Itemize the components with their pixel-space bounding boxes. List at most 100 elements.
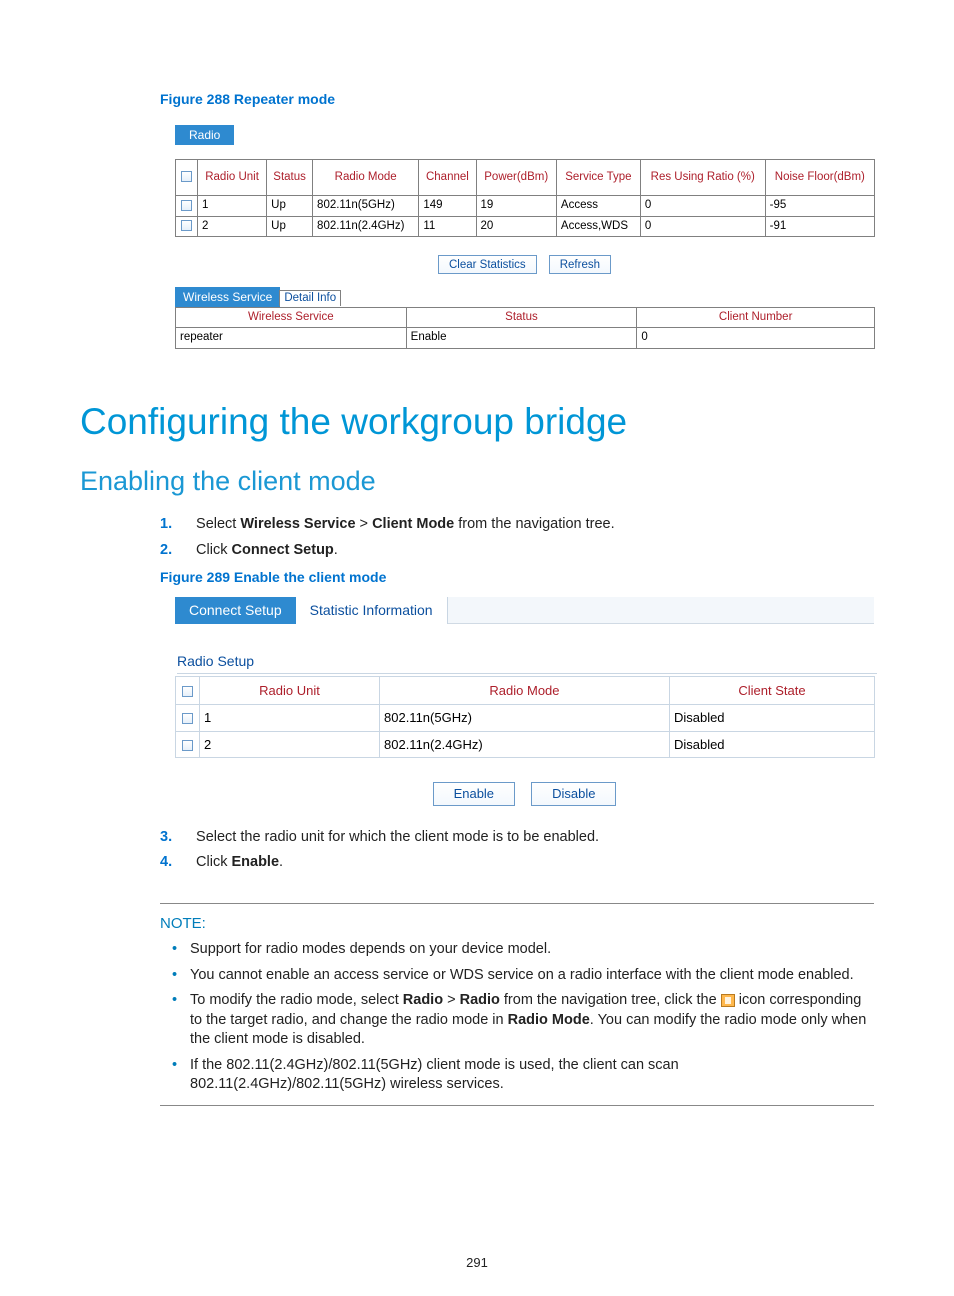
checkbox-icon[interactable]: [181, 200, 192, 211]
connect-setup-tab[interactable]: Connect Setup: [175, 597, 296, 624]
checkbox-icon[interactable]: [182, 713, 193, 724]
step-text: .: [334, 542, 338, 558]
cell-client-state: Disabled: [669, 731, 874, 758]
cell-service-type: Access: [556, 196, 640, 217]
step-text: Click: [196, 542, 231, 558]
step-2: 2. Click Connect Setup.: [160, 541, 874, 561]
cell-radio-unit[interactable]: 1: [198, 196, 267, 217]
header-channel: Channel: [419, 160, 476, 196]
clear-statistics-button[interactable]: Clear Statistics: [438, 255, 537, 274]
cell-status: Up: [267, 216, 313, 237]
cell-power: 19: [476, 196, 556, 217]
cell-radio-unit[interactable]: 2: [200, 731, 380, 758]
header-res-ratio: Res Using Ratio (%): [640, 160, 765, 196]
cell-res-ratio: 0: [640, 196, 765, 217]
step-number: 4.: [160, 853, 192, 873]
bold-text: Radio: [460, 992, 500, 1008]
step-text: Select the radio unit for which the clie…: [196, 829, 599, 845]
header-checkbox[interactable]: [176, 677, 200, 705]
radio-table: Radio Unit Status Radio Mode Channel Pow…: [175, 159, 875, 237]
note-item: If the 802.11(2.4GHz)/802.11(5GHz) clien…: [160, 1056, 874, 1095]
header-client-number: Client Number: [637, 307, 875, 328]
step-text: .: [279, 854, 283, 870]
divider: [160, 1105, 874, 1106]
wireless-service-tab[interactable]: Wireless Service: [175, 287, 280, 307]
cell-service-type: Access,WDS: [556, 216, 640, 237]
cell-ws-status: Enable: [406, 328, 637, 349]
wireless-service-table: Wireless Service Status Client Number re…: [175, 307, 875, 349]
header-client-state: Client State: [669, 677, 874, 705]
note-item: You cannot enable an access service or W…: [160, 966, 874, 986]
step-text: Select: [196, 516, 240, 532]
header-power: Power(dBm): [476, 160, 556, 196]
note-text: >: [443, 992, 460, 1008]
bold-text: Radio Mode: [508, 1012, 590, 1028]
step-1: 1. Select Wireless Service > Client Mode…: [160, 515, 874, 535]
heading-configuring-workgroup-bridge: Configuring the workgroup bridge: [80, 397, 874, 447]
header-ws-status: Status: [406, 307, 637, 328]
enable-button[interactable]: Enable: [433, 782, 515, 806]
header-noise: Noise Floor(dBm): [765, 160, 874, 196]
figure-288-caption: Figure 288 Repeater mode: [160, 90, 874, 109]
page-number: 291: [0, 1254, 954, 1272]
header-status: Status: [267, 160, 313, 196]
cell-radio-mode: 802.11n(5GHz): [313, 196, 419, 217]
divider: [160, 903, 874, 904]
header-checkbox[interactable]: [176, 160, 198, 196]
cell-res-ratio: 0: [640, 216, 765, 237]
header-radio-unit: Radio Unit: [198, 160, 267, 196]
header-radio-unit: Radio Unit: [200, 677, 380, 705]
cell-ws-name: repeater: [176, 328, 407, 349]
note-text: from the navigation tree, click the: [500, 992, 721, 1008]
checkbox-icon[interactable]: [182, 740, 193, 751]
disable-button[interactable]: Disable: [531, 782, 616, 806]
bold-text: Radio: [403, 992, 443, 1008]
edit-icon: [721, 994, 735, 1007]
figure-288: Radio Radio Unit Status Radio Mode Chann…: [175, 125, 874, 349]
cell-radio-mode: 802.11n(2.4GHz): [380, 731, 670, 758]
step-3: 3. Select the radio unit for which the c…: [160, 828, 874, 848]
step-number: 1.: [160, 515, 192, 535]
step-4: 4. Click Enable.: [160, 853, 874, 873]
figure-289-caption: Figure 289 Enable the client mode: [160, 568, 874, 587]
bold-text: Enable: [231, 854, 279, 870]
bold-text: Connect Setup: [231, 542, 333, 558]
note-block: NOTE: Support for radio modes depends on…: [160, 903, 874, 1106]
bold-text: Wireless Service: [240, 516, 355, 532]
checkbox-icon[interactable]: [182, 686, 193, 697]
cell-radio-mode: 802.11n(5GHz): [380, 705, 670, 732]
note-text: Support for radio modes depends on your …: [190, 941, 551, 957]
heading-enabling-client-mode: Enabling the client mode: [80, 463, 874, 499]
radio-setup-heading: Radio Setup: [177, 652, 877, 674]
refresh-button[interactable]: Refresh: [549, 255, 611, 274]
radio-row: 2 Up 802.11n(2.4GHz) 11 20 Access,WDS 0 …: [176, 216, 875, 237]
radio-setup-row: 1 802.11n(5GHz) Disabled: [176, 705, 875, 732]
radio-row: 1 Up 802.11n(5GHz) 149 19 Access 0 -95: [176, 196, 875, 217]
radio-setup-table: Radio Unit Radio Mode Client State 1 802…: [175, 676, 875, 758]
note-text: If the 802.11(2.4GHz)/802.11(5GHz) clien…: [190, 1057, 679, 1093]
checkbox-icon[interactable]: [181, 171, 192, 182]
cell-ws-clients: 0: [637, 328, 875, 349]
header-radio-mode: Radio Mode: [313, 160, 419, 196]
cell-noise: -95: [765, 196, 874, 217]
checkbox-icon[interactable]: [181, 220, 192, 231]
note-item: To modify the radio mode, select Radio >…: [160, 991, 874, 1050]
step-number: 3.: [160, 828, 192, 848]
cell-radio-unit[interactable]: 1: [200, 705, 380, 732]
cell-status: Up: [267, 196, 313, 217]
cell-channel: 11: [419, 216, 476, 237]
note-heading: NOTE:: [160, 914, 874, 934]
radio-tab[interactable]: Radio: [175, 125, 234, 145]
bold-text: Client Mode: [372, 516, 454, 532]
tabs-spacer: [448, 597, 874, 624]
statistic-information-tab[interactable]: Statistic Information: [296, 597, 448, 624]
radio-setup-row: 2 802.11n(2.4GHz) Disabled: [176, 731, 875, 758]
header-service-type: Service Type: [556, 160, 640, 196]
cell-radio-unit[interactable]: 2: [198, 216, 267, 237]
step-text: from the navigation tree.: [454, 516, 614, 532]
note-item: Support for radio modes depends on your …: [160, 940, 874, 960]
cell-radio-mode: 802.11n(2.4GHz): [313, 216, 419, 237]
header-radio-mode: Radio Mode: [380, 677, 670, 705]
figure-289: Connect Setup Statistic Information Radi…: [175, 597, 874, 805]
detail-info-tab[interactable]: Detail Info: [279, 290, 341, 307]
